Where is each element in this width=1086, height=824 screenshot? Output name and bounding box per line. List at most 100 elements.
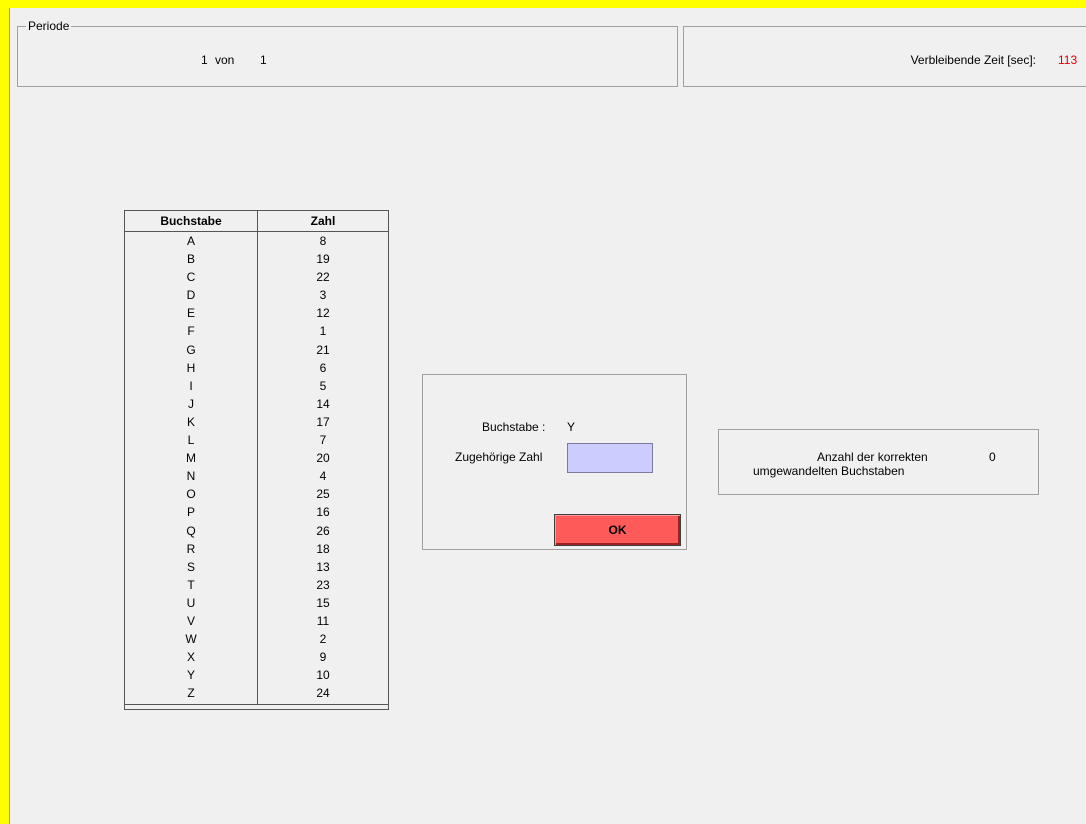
table-row: M 20	[125, 450, 388, 468]
table-row: Y 10	[125, 667, 388, 685]
table-cell-letter: C	[186, 270, 196, 285]
table-cell-letter: Y	[186, 668, 195, 683]
table-row: O 25	[125, 486, 388, 504]
period-total: 1	[260, 53, 267, 67]
period-panel: Periode 1 von 1	[17, 19, 678, 87]
table-row: F1	[125, 323, 388, 341]
top-frame-bar	[0, 0, 1086, 8]
table-row: H6	[125, 360, 388, 378]
table-row: T 23	[125, 577, 388, 595]
table-cell-letter: N	[186, 469, 196, 484]
table-row: Q 26	[125, 523, 388, 541]
letter-value: Y	[567, 420, 576, 434]
score-panel: Anzahl der korrekten umgewandelten Buchs…	[718, 429, 1039, 495]
table-cell-letter: W	[185, 632, 197, 647]
table-cell-number: 1	[319, 324, 327, 339]
table-cell-number: 12	[316, 306, 330, 321]
letter-number-table: Buchstabe Zahl A 8 B 19 C 22 D 3 E 12 F 1 G 21 H 6 I 5 J 14…	[124, 210, 389, 710]
left-frame-bar	[0, 0, 9, 824]
period-of-label: von	[215, 53, 235, 67]
table-cell-letter: T	[187, 577, 195, 592]
table-row: J 14	[125, 396, 388, 414]
table-cell-number: 15	[316, 595, 330, 610]
table-row: I5	[125, 378, 388, 396]
table-row: N4	[125, 468, 388, 486]
table-cell-letter: S	[186, 559, 195, 574]
table-cell-number: 17	[316, 414, 330, 429]
table-cell-number: 9	[319, 650, 327, 665]
table-cell-letter: H	[186, 360, 196, 375]
table-cell-number: 13	[316, 559, 330, 574]
table-cell-number: 24	[316, 686, 330, 701]
table-cell-number: 20	[316, 451, 330, 466]
table-cell-number: 7	[319, 433, 327, 448]
table-cell-letter: I	[189, 378, 193, 393]
table-cell-number: 11	[316, 613, 330, 628]
frame-edge	[9, 8, 10, 824]
remaining-time-value: 113	[1058, 53, 1078, 67]
table-cell-letter: R	[186, 541, 196, 556]
table-cell-letter: V	[186, 613, 195, 628]
table-row: S 13	[125, 559, 388, 577]
score-value: 0	[989, 450, 996, 464]
table-cell-letter: L	[187, 433, 195, 448]
table-cell-number: 22	[316, 270, 330, 285]
table-cell-letter: B	[186, 252, 195, 267]
table-cell-letter: D	[186, 288, 196, 303]
table-header-number: Zahl	[310, 214, 336, 228]
table-cell-letter: Q	[186, 523, 196, 538]
table-row: Z 24	[125, 685, 388, 703]
table-row: X9	[125, 649, 388, 667]
table-cell-number: 14	[316, 396, 330, 411]
table-cell-number: 18	[316, 541, 330, 556]
score-label-line1: Anzahl der korrekten	[817, 450, 928, 464]
table-cell-letter: U	[186, 595, 196, 610]
table-cell-number: 8	[319, 234, 327, 248]
table-cell-number: 19	[316, 252, 330, 267]
table-cell-number: 26	[316, 523, 330, 538]
entry-panel: Buchstabe : Y Zugehörige Zahl OK	[422, 374, 687, 550]
table-row: A8	[125, 233, 388, 251]
table-cell-number: 5	[319, 378, 327, 393]
table-row: B 19	[125, 251, 388, 269]
table-cell-letter: K	[186, 414, 195, 429]
table-cell-letter: J	[188, 396, 194, 411]
table-cell-letter: E	[186, 306, 195, 321]
table-cell-letter: F	[187, 324, 195, 339]
table-row: W2	[125, 631, 388, 649]
table-row: L7	[125, 432, 388, 450]
table-cell-letter: Z	[187, 686, 195, 701]
table-header-divider	[125, 231, 388, 232]
table-cell-number: 23	[316, 577, 330, 592]
table-cell-number: 3	[319, 288, 327, 303]
table-cell-number: 6	[319, 360, 327, 375]
table-cell-number: 2	[319, 632, 327, 647]
table-cell-letter: M	[186, 451, 196, 466]
table-row: G 21	[125, 342, 388, 360]
table-row: R 18	[125, 541, 388, 559]
table-footer-divider	[125, 704, 388, 705]
table-row: P 16	[125, 504, 388, 522]
period-current: 1	[201, 53, 208, 67]
number-input[interactable]	[567, 443, 653, 473]
table-row: K 17	[125, 414, 388, 432]
table-row: D3	[125, 287, 388, 305]
table-cell-number: 21	[316, 342, 330, 357]
table-rows: A 8 B 19 C 22 D 3 E 12 F 1 G 21 H 6 I 5 J 14 K 17 L 7 M 20 N 4 O 25 P 1…	[125, 233, 388, 703]
number-label: Zugehörige Zahl	[455, 450, 543, 464]
ok-button[interactable]: OK	[554, 514, 681, 546]
table-cell-number: 16	[316, 505, 330, 520]
table-cell-letter: X	[186, 650, 195, 665]
table-cell-letter: G	[186, 342, 196, 357]
table-row: U 15	[125, 595, 388, 613]
table-row: V 11	[125, 613, 388, 631]
table-cell-number: 25	[316, 487, 330, 502]
table-cell-letter: A	[186, 234, 195, 248]
time-panel: Verbleibende Zeit [sec]: 113	[683, 26, 1086, 87]
table-cell-number: 10	[316, 668, 330, 683]
table-row: E 12	[125, 305, 388, 323]
table-cell-number: 4	[319, 469, 327, 484]
letter-label: Buchstabe :	[482, 420, 546, 434]
remaining-time-label: Verbleibende Zeit [sec]:	[910, 53, 1036, 67]
table-cell-letter: P	[186, 505, 195, 520]
